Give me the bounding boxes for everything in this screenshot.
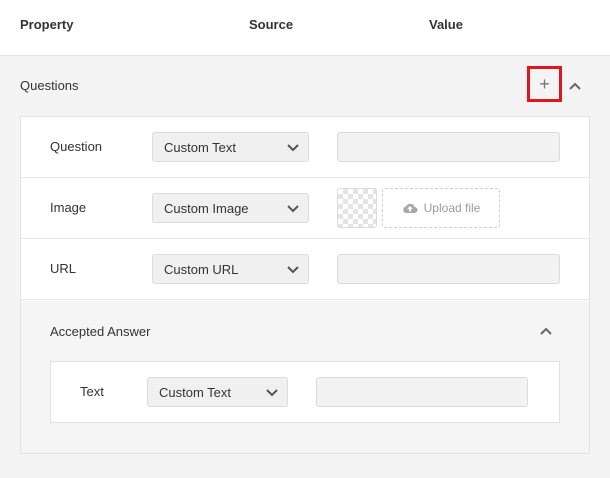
question-source-value: Custom Text [164,140,237,155]
questions-section-title: Questions [20,78,79,93]
image-source-select[interactable]: Custom Image [152,193,309,223]
chevron-down-icon [287,144,299,152]
header-value: Value [429,17,463,32]
answer-text-source-value: Custom Text [159,385,232,400]
url-row: URL Custom URL [21,239,589,300]
answer-text-source-select[interactable]: Custom Text [147,377,288,407]
add-question-button[interactable]: + [527,66,562,102]
image-label: Image [50,200,87,215]
image-thumbnail-placeholder[interactable] [337,188,377,228]
question-value-input[interactable] [337,132,560,162]
url-source-select[interactable]: Custom URL [152,254,309,284]
collapse-questions-button[interactable] [568,79,582,93]
property-table-header: Property Source Value [0,0,610,56]
header-property: Property [20,17,74,32]
questions-panel: Question Custom Text Image Custom Image … [20,116,590,454]
url-source-value: Custom URL [164,262,239,277]
answer-text-value-input[interactable] [316,377,528,407]
upload-file-button[interactable]: Upload file [382,188,500,228]
header-source: Source [249,17,294,32]
image-source-value: Custom Image [164,201,249,216]
cloud-upload-icon [402,203,418,213]
chevron-down-icon [287,266,299,274]
plus-icon: + [539,74,550,94]
accepted-answer-panel: Text Custom Text [50,361,560,423]
upload-file-label: Upload file [423,201,481,215]
collapse-accepted-answer-button[interactable] [539,324,553,338]
chevron-down-icon [287,205,299,213]
chevron-down-icon [266,389,278,397]
chevron-up-icon [540,327,552,335]
image-row: Image Custom Image Upload file [21,178,589,239]
accepted-answer-section: Accepted Answer Text Custom Text [21,301,589,453]
chevron-up-icon [569,82,581,90]
question-label: Question [50,139,103,154]
url-value-input[interactable] [337,254,560,284]
accepted-answer-title: Accepted Answer [50,324,151,339]
question-source-select[interactable]: Custom Text [152,132,309,162]
question-row: Question Custom Text [21,117,589,178]
url-label: URL [50,261,77,276]
answer-text-label: Text [80,384,104,399]
